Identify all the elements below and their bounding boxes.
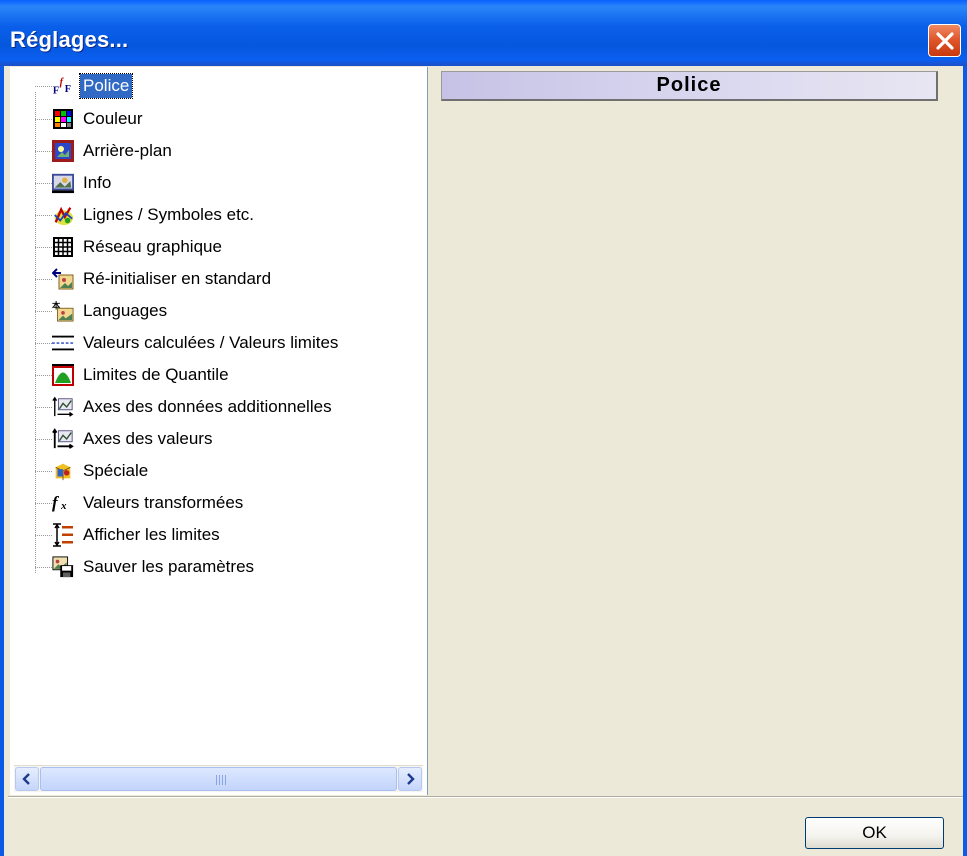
ok-button[interactable]: OK	[805, 817, 944, 849]
tree-item-label: Spéciale	[83, 461, 149, 480]
tree-item-label: Limites de Quantile	[83, 365, 229, 384]
tree-item-couleur[interactable]: Couleur	[35, 105, 146, 133]
tree-item-label: Afficher les limites	[83, 525, 220, 544]
window-frame-right	[963, 66, 967, 856]
tree-item-label: Lignes / Symboles etc.	[83, 205, 255, 224]
window-frame-left	[0, 66, 4, 856]
show-limits-icon	[52, 523, 74, 547]
tree-item-label: Axes des valeurs	[83, 429, 213, 448]
tree-item-afficher-limites[interactable]: Afficher les limites	[35, 521, 223, 549]
tree-item-label: Valeurs transformées	[83, 493, 244, 512]
language-icon: 本	[52, 300, 74, 322]
tree-item-label: Ré-initialiser en standard	[83, 269, 272, 288]
tree-item-sauver-parametres[interactable]: Sauver les paramètres	[35, 553, 257, 581]
info-image-icon	[52, 172, 74, 194]
tree-item-label: Languages	[83, 301, 168, 320]
close-button[interactable]	[928, 24, 961, 57]
svg-text:F: F	[53, 86, 59, 97]
lines-symbols-icon	[52, 204, 74, 226]
horizontal-scrollbar[interactable]	[14, 765, 423, 792]
tree-item-info[interactable]: Info	[35, 169, 114, 197]
color-palette-icon	[52, 108, 74, 130]
chevron-right-icon	[407, 773, 415, 785]
tree-item-valeurs-transformees[interactable]: f x Valeurs transformées	[35, 489, 246, 517]
tree-item-label: Réseau graphique	[83, 237, 222, 256]
panel-header: Police	[441, 71, 938, 101]
font-icon: F f F	[52, 75, 74, 97]
tree-item-limites-quantile[interactable]: Limites de Quantile	[35, 361, 232, 389]
tree-item-label: Couleur	[83, 109, 143, 128]
save-settings-icon	[52, 556, 74, 578]
reset-icon	[52, 268, 74, 290]
tree-item-police[interactable]: F f F Police	[35, 72, 134, 100]
tree-item-label: Info	[83, 173, 112, 192]
scroll-right-button[interactable]	[398, 767, 422, 791]
scrollbar-thumb[interactable]	[40, 767, 397, 791]
svg-text:f: f	[52, 493, 60, 512]
settings-tree[interactable]: F f F Police Couleur Arrière-plan Info L…	[10, 67, 428, 795]
scroll-left-button[interactable]	[15, 767, 39, 791]
tree-item-reseau-graphique[interactable]: Réseau graphique	[35, 233, 225, 261]
limit-lines-icon	[52, 332, 74, 354]
tree-item-label: Valeurs calculées / Valeurs limites	[83, 333, 339, 352]
window-title: Réglages...	[10, 27, 129, 52]
tree-item-axes-valeurs[interactable]: Axes des valeurs	[35, 425, 215, 453]
panel-title: Police	[656, 74, 722, 96]
footer-separator	[8, 796, 963, 798]
chevron-left-icon	[22, 773, 30, 785]
additional-axes-icon	[52, 396, 74, 418]
title-bar[interactable]: Réglages...	[0, 0, 967, 66]
svg-text:x: x	[60, 500, 67, 512]
tree-item-lignes-symboles[interactable]: Lignes / Symboles etc.	[35, 201, 257, 229]
tree-item-languages[interactable]: 本 Languages	[35, 297, 170, 325]
function-icon: f x	[52, 492, 74, 514]
quantile-icon	[52, 364, 74, 386]
value-axes-icon	[52, 428, 74, 450]
tree-item-label: Arrière-plan	[83, 141, 172, 160]
svg-text:F: F	[65, 84, 71, 95]
tree-item-valeurs-calculees[interactable]: Valeurs calculées / Valeurs limites	[35, 329, 341, 357]
tree-item-label: Axes des données additionnelles	[83, 397, 332, 416]
tree-item-label: Sauver les paramètres	[83, 557, 255, 576]
special-icon	[52, 460, 74, 482]
tree-item-label: Police	[78, 73, 134, 99]
scrollbar-grip-icon	[216, 775, 228, 785]
tree-item-reinitialiser[interactable]: Ré-initialiser en standard	[35, 265, 274, 293]
tree-item-arriere-plan[interactable]: Arrière-plan	[35, 137, 175, 165]
tree-item-axes-donnees-additionnelles[interactable]: Axes des données additionnelles	[35, 393, 335, 421]
close-icon	[936, 32, 954, 50]
background-image-icon	[52, 140, 74, 162]
grid-icon	[52, 236, 74, 258]
tree-item-speciale[interactable]: Spéciale	[35, 457, 151, 485]
